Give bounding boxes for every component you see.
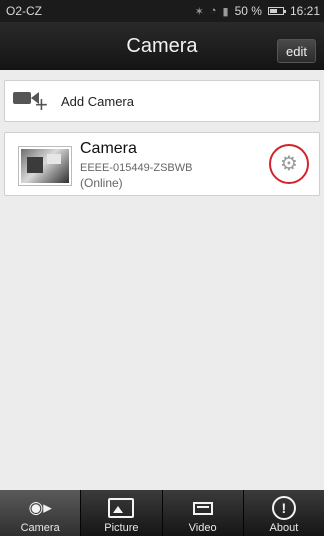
camera-status: (Online) [80, 176, 123, 190]
camera-settings-button[interactable]: ⚙ [269, 144, 309, 184]
header-bar: Camera edit [0, 22, 324, 70]
bluetooth-icon: ✶ [194, 5, 204, 18]
camera-list: + Add Camera Camera EEEE-015449-ZSBWB (O… [0, 70, 324, 490]
edit-button[interactable]: edit [277, 39, 316, 63]
picture-icon [108, 498, 135, 518]
wifi-icon: ◔ [209, 5, 217, 17]
tab-picture[interactable]: Picture [80, 490, 161, 536]
tab-about-label: About [269, 522, 299, 534]
camera-thumbnail [19, 147, 71, 185]
bottom-tab-bar: ◉▸ Camera Picture Video ! About [0, 490, 324, 536]
add-camera-icon: + [13, 86, 59, 116]
battery-percent: 50 % [234, 4, 262, 18]
camera-list-item[interactable]: Camera EEEE-015449-ZSBWB (Online) ⚙ [4, 132, 320, 196]
status-icons: ✶ ◔ ▮ 50 % 16:21 [195, 4, 320, 18]
camera-tab-icon: ◉▸ [28, 498, 52, 517]
gear-icon: ⚙ [280, 153, 298, 175]
tab-camera-label: Camera [20, 522, 60, 534]
carrier-name: O2-CZ [6, 4, 42, 18]
tab-video-label: Video [188, 522, 217, 534]
clock: 16:21 [289, 4, 320, 18]
camera-id: EEEE-015449-ZSBWB [80, 162, 193, 174]
tab-video[interactable]: Video [161, 490, 243, 536]
status-bar: O2-CZ ✶ ◔ ▮ 50 % 16:21 [0, 0, 324, 22]
battery-icon [267, 7, 286, 15]
signal-icon: ▮ [222, 5, 229, 18]
camera-name: Camera [80, 140, 137, 157]
add-camera-button[interactable]: + Add Camera [4, 80, 320, 122]
video-icon [192, 501, 213, 515]
page-title: Camera [126, 34, 198, 57]
tab-about[interactable]: ! About [242, 490, 324, 536]
tab-camera[interactable]: ◉▸ Camera [0, 490, 81, 536]
add-camera-label: Add Camera [61, 93, 134, 109]
tab-picture-label: Picture [104, 522, 139, 534]
about-icon: ! [271, 496, 296, 520]
